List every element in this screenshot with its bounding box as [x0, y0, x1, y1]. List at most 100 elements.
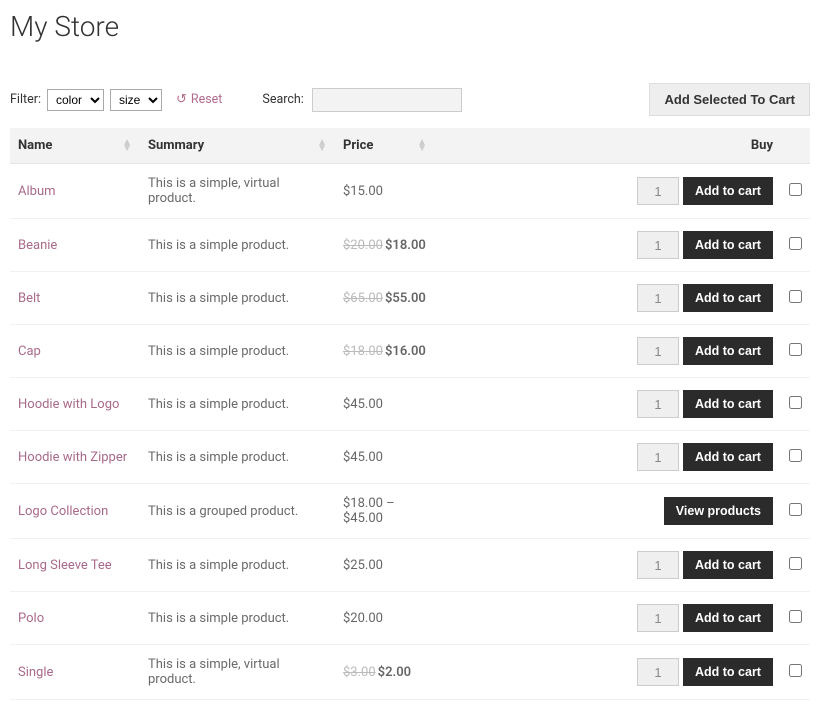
quantity-input[interactable] [637, 658, 679, 686]
select-checkbox[interactable] [789, 290, 802, 303]
product-price-cell: $65.00$55.00 [335, 272, 435, 325]
table-row: Belt This is a simple product.$65.00$55.0… [10, 272, 810, 325]
quantity-input[interactable] [637, 284, 679, 312]
price: $18.00 – $45.00 [343, 496, 395, 526]
quantity-input[interactable] [637, 337, 679, 365]
add-to-cart-button[interactable]: Add to cart [683, 177, 773, 205]
add-to-cart-button[interactable]: Add to cart [683, 604, 773, 632]
reset-link[interactable]: ↺ Reset [176, 92, 222, 107]
price: $20.00 [343, 611, 383, 626]
buy-cell: Add to cart [435, 431, 781, 484]
product-link[interactable]: Polo [18, 611, 44, 626]
product-summary: This is a simple product. [140, 325, 335, 378]
select-checkbox[interactable] [789, 396, 802, 409]
column-summary-label: Summary [148, 138, 204, 153]
product-link[interactable]: Beanie [18, 238, 57, 253]
quantity-input[interactable] [637, 551, 679, 579]
select-checkbox[interactable] [789, 503, 802, 516]
table-row: Cap This is a simple product.$18.00$16.00… [10, 325, 810, 378]
product-price-cell: $15.00 [335, 164, 435, 219]
product-link[interactable]: Belt [18, 291, 40, 306]
buy-cell: Add to cart [435, 592, 781, 645]
add-to-cart-button[interactable]: Add to cart [683, 284, 773, 312]
column-price-header[interactable]: Price ▲▼ [335, 128, 435, 164]
table-row: Hoodie with Zipper This is a simple produ… [10, 431, 810, 484]
table-row: Hoodie with Logo This is a simple product… [10, 378, 810, 431]
product-link[interactable]: Album [18, 184, 56, 199]
select-checkbox[interactable] [789, 237, 802, 250]
quantity-input[interactable] [637, 443, 679, 471]
select-cell [781, 431, 810, 484]
select-checkbox[interactable] [789, 343, 802, 356]
select-checkbox[interactable] [789, 664, 802, 677]
product-summary: This is a simple product. [140, 378, 335, 431]
filter-size-select[interactable]: size [110, 89, 162, 111]
product-price-cell: $18.00$16.00 [335, 325, 435, 378]
product-summary: This is a simple product. [140, 272, 335, 325]
old-price: $3.00 [343, 665, 376, 680]
product-link[interactable]: Single [18, 665, 53, 680]
product-link[interactable]: Logo Collection [18, 504, 108, 519]
view-products-button[interactable]: View products [664, 497, 773, 525]
search-input[interactable] [312, 88, 462, 112]
select-checkbox[interactable] [789, 449, 802, 462]
filter-label: Filter: [10, 92, 41, 107]
column-price-label: Price [343, 138, 373, 153]
price: $2.00 [378, 665, 411, 680]
select-checkbox[interactable] [789, 183, 802, 196]
add-to-cart-button[interactable]: Add to cart [683, 443, 773, 471]
price: $16.00 [385, 344, 426, 359]
filter-group: Filter: color size ↺ Reset [10, 89, 222, 111]
add-to-cart-button[interactable]: Add to cart [683, 658, 773, 686]
column-summary-header[interactable]: Summary ▲▼ [140, 128, 335, 164]
page-title: My Store [10, 10, 810, 43]
controls-bar: Filter: color size ↺ Reset Search: Add S… [10, 83, 810, 116]
reset-label: Reset [191, 92, 223, 107]
column-buy-header: Buy [435, 128, 781, 164]
product-summary: This is a grouped product. [140, 484, 335, 539]
add-to-cart-button[interactable]: Add to cart [683, 337, 773, 365]
add-to-cart-button[interactable]: Add to cart [683, 551, 773, 579]
select-cell [781, 484, 810, 539]
product-price-cell: $20.00$18.00 [335, 219, 435, 272]
product-price-cell: $20.00 [335, 592, 435, 645]
old-price: $20.00 [343, 238, 383, 253]
product-link[interactable]: Hoodie with Zipper [18, 450, 127, 465]
product-summary: This is a simple product. [140, 592, 335, 645]
buy-cell: Add to cart [435, 378, 781, 431]
select-checkbox[interactable] [789, 610, 802, 623]
add-to-cart-button[interactable]: Add to cart [683, 390, 773, 418]
column-name-header[interactable]: Name ▲▼ [10, 128, 140, 164]
reset-icon: ↺ [176, 92, 187, 107]
price: $15.00 [343, 184, 383, 199]
product-summary: This is a simple product. [140, 431, 335, 484]
buy-cell: View products [435, 484, 781, 539]
select-checkbox[interactable] [789, 557, 802, 570]
old-price: $65.00 [343, 291, 383, 306]
select-cell [781, 325, 810, 378]
column-name-label: Name [18, 138, 52, 153]
product-link[interactable]: Long Sleeve Tee [18, 558, 112, 573]
product-price-cell: $45.00 [335, 378, 435, 431]
quantity-input[interactable] [637, 604, 679, 632]
search-label: Search: [262, 92, 303, 107]
sort-icon: ▲▼ [317, 140, 327, 152]
product-link[interactable]: Cap [18, 344, 41, 359]
sort-icon: ▲▼ [122, 140, 132, 152]
filter-color-select[interactable]: color [47, 89, 104, 111]
add-to-cart-button[interactable]: Add to cart [683, 231, 773, 259]
buy-cell: Add to cart [435, 164, 781, 219]
sort-icon: ▲▼ [417, 140, 427, 152]
quantity-input[interactable] [637, 390, 679, 418]
products-table: Name ▲▼ Summary ▲▼ Price ▲▼ Buy Album Thi… [10, 128, 810, 700]
product-link[interactable]: Hoodie with Logo [18, 397, 119, 412]
quantity-input[interactable] [637, 177, 679, 205]
price: $25.00 [343, 558, 383, 573]
table-row: Polo This is a simple product. $20.00 Add t… [10, 592, 810, 645]
add-selected-button[interactable]: Add Selected To Cart [649, 83, 810, 116]
table-row: Long Sleeve TeeThis is a simple product.… [10, 539, 810, 592]
price: $18.00 [385, 238, 426, 253]
select-cell [781, 164, 810, 219]
quantity-input[interactable] [637, 231, 679, 259]
price: $45.00 [343, 450, 383, 465]
